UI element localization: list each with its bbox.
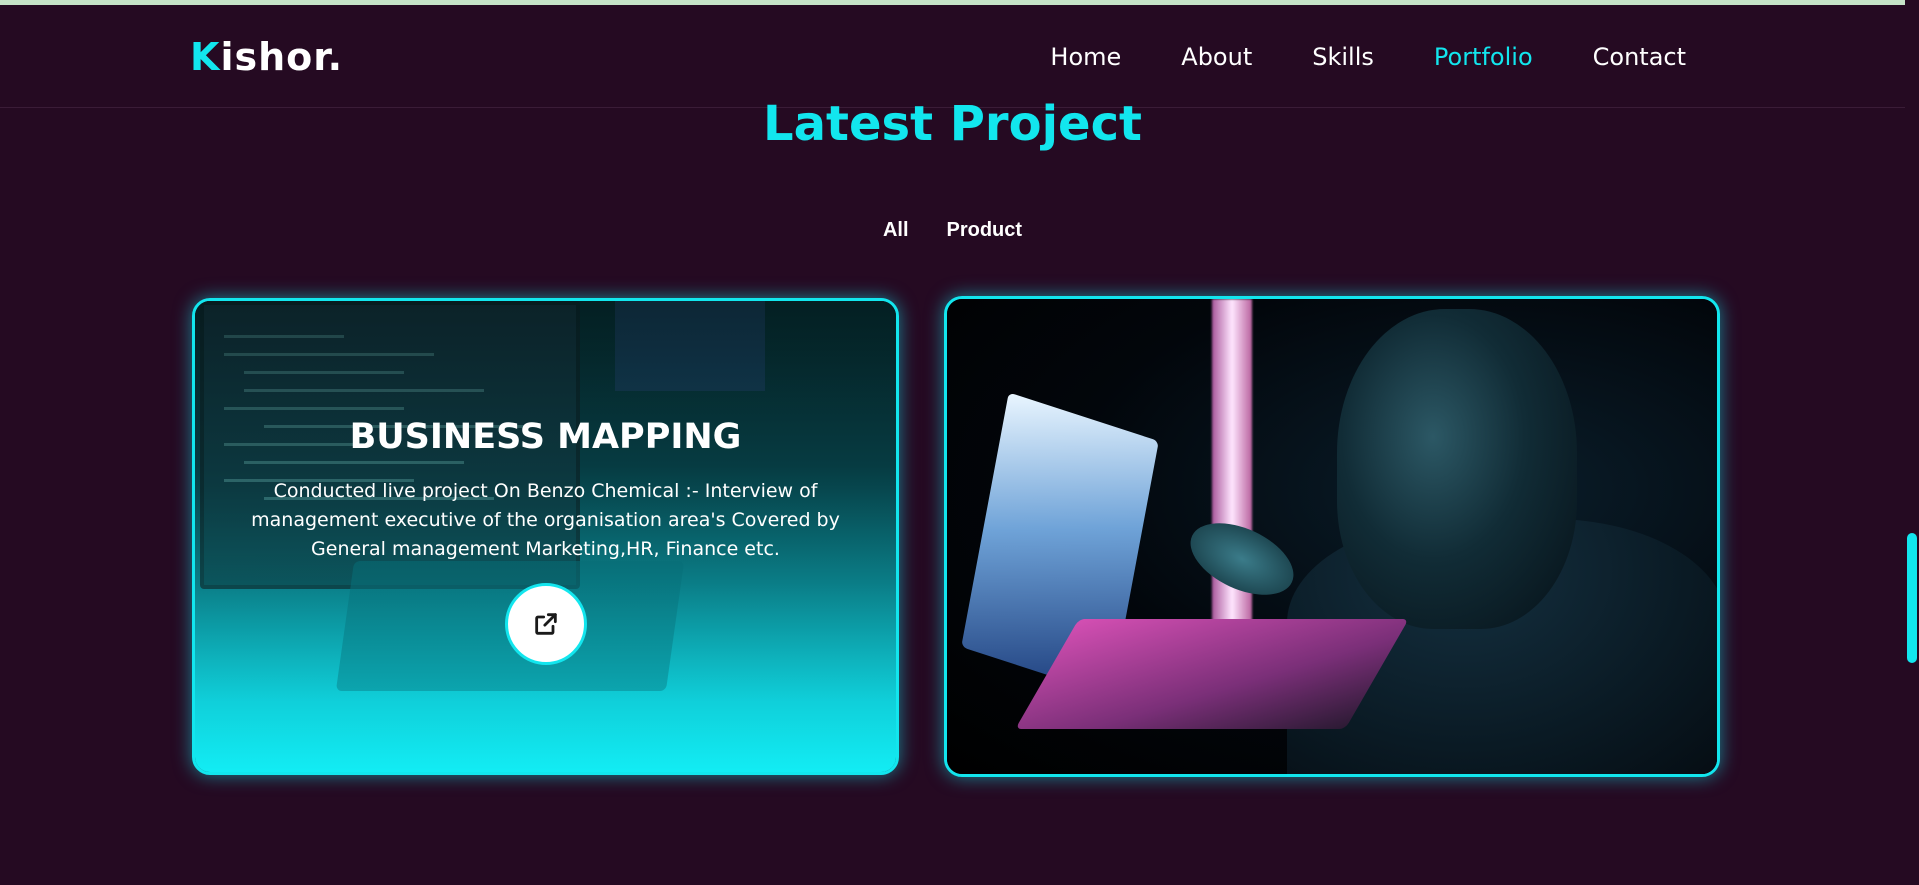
nav-home[interactable]: Home [1050,43,1121,71]
logo-text: ishor. [220,35,344,79]
nav-about[interactable]: About [1181,43,1252,71]
nav-skills[interactable]: Skills [1312,43,1374,71]
external-link-button[interactable] [505,583,587,665]
filter-all[interactable]: All [883,219,909,242]
project-card-business-mapping[interactable]: BUSINESS MAPPING Conducted live project … [192,298,899,775]
filter-product[interactable]: Product [947,219,1023,242]
nav-portfolio[interactable]: Portfolio [1434,43,1533,71]
scrollbar[interactable] [1905,0,1919,885]
project-description: Conducted live project On Benzo Chemical… [251,480,840,560]
nav-contact[interactable]: Contact [1593,43,1686,71]
site-logo[interactable]: Kishor. [190,35,343,79]
external-link-icon [535,613,557,635]
laptop-keyboard-graphic [1015,619,1409,729]
logo-accent-letter: K [190,35,221,79]
card-content: BUSINESS MAPPING Conducted live project … [195,417,896,564]
project-title: BUSINESS MAPPING [349,417,742,457]
section-title: Latest Project [763,96,1142,152]
project-filters: All Product [0,219,1905,242]
main-nav: Home About Skills Portfolio Contact [990,43,1686,71]
site-header: Kishor. Home About Skills Portfolio Cont… [0,5,1905,108]
scrollbar-thumb[interactable] [1907,533,1917,663]
person-head-graphic [1337,309,1577,629]
project-card-laptop[interactable] [944,296,1720,777]
